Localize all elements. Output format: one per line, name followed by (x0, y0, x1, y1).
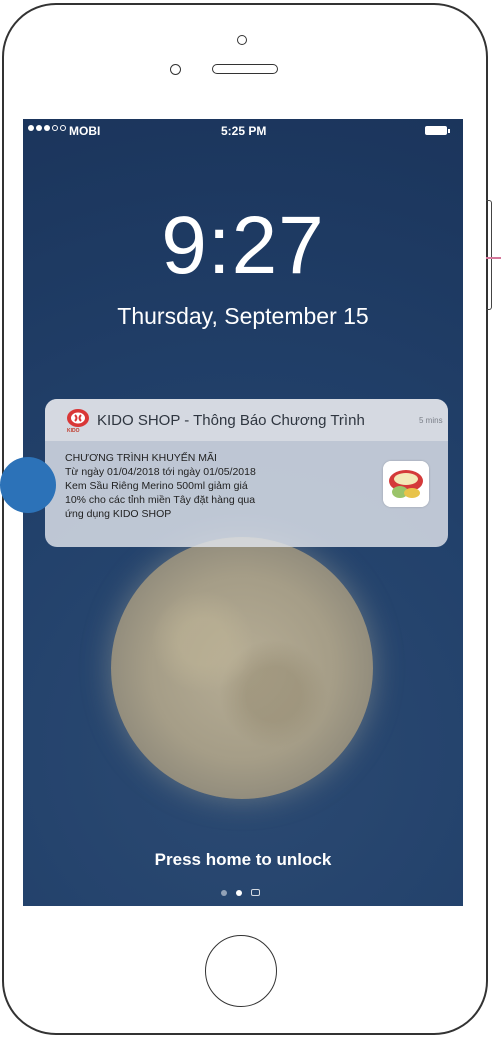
page-dot (221, 889, 227, 896)
lock-date: Thursday, September 15 (117, 303, 369, 329)
carrier-name: MOBI (69, 124, 101, 138)
notification-time: 5 mins (419, 416, 443, 425)
lock-clock: 9:27 (161, 200, 325, 291)
lock-screen: MOBI 5:25 PM 9:27 Thursday, September 15… (23, 119, 463, 906)
notification-header: KIDO KIDO SHOP - Thông Báo Chương Trình … (45, 399, 448, 441)
battery-icon (425, 126, 450, 135)
sensor-icon (170, 64, 181, 75)
notification-card[interactable]: KIDO KIDO SHOP - Thông Báo Chương Trình … (45, 399, 448, 547)
notification-line: ứng dụng KIDO SHOP (65, 508, 172, 520)
notification-line: 10% cho các tỉnh miền Tây đặt hàng qua (65, 494, 256, 506)
notification-line: Kem Sầu Riêng Merino 500ml giảm giá (65, 480, 248, 492)
signal-strength-icon (28, 125, 66, 131)
side-button (486, 200, 492, 310)
status-time: 5:25 PM (221, 124, 267, 138)
moon-wallpaper (111, 537, 373, 799)
front-camera-icon (237, 35, 247, 45)
page-indicator (221, 889, 260, 896)
notification-line: Từ ngày 01/04/2018 tới ngày 01/05/2018 (65, 466, 256, 478)
app-logo-text: KIDO (67, 428, 80, 434)
unlock-hint: Press home to unlock (154, 850, 332, 869)
speaker-icon (212, 64, 278, 74)
ice-cream-product-icon (383, 461, 429, 507)
camera-icon (251, 889, 260, 896)
notification-title: KIDO SHOP - Thông Báo Chương Trình (97, 412, 365, 429)
home-button[interactable] (205, 935, 277, 1007)
page-dot-active (236, 889, 242, 896)
status-bar: MOBI 5:25 PM (23, 119, 463, 141)
side-button-indicator (486, 257, 501, 259)
notification-line: CHƯƠNG TRÌNH KHUYẾN MÃI (65, 452, 217, 464)
notification-body: CHƯƠNG TRÌNH KHUYẾN MÃI Từ ngày 01/04/20… (65, 451, 385, 521)
annotation-marker (0, 457, 56, 513)
